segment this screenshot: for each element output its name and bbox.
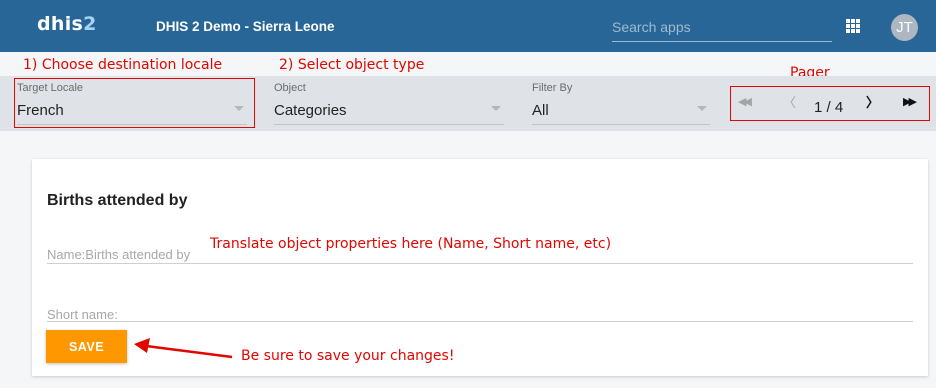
annotation-arrow-icon	[134, 338, 233, 359]
annotation-save-reminder: Be sure to save your changes!	[241, 348, 455, 364]
